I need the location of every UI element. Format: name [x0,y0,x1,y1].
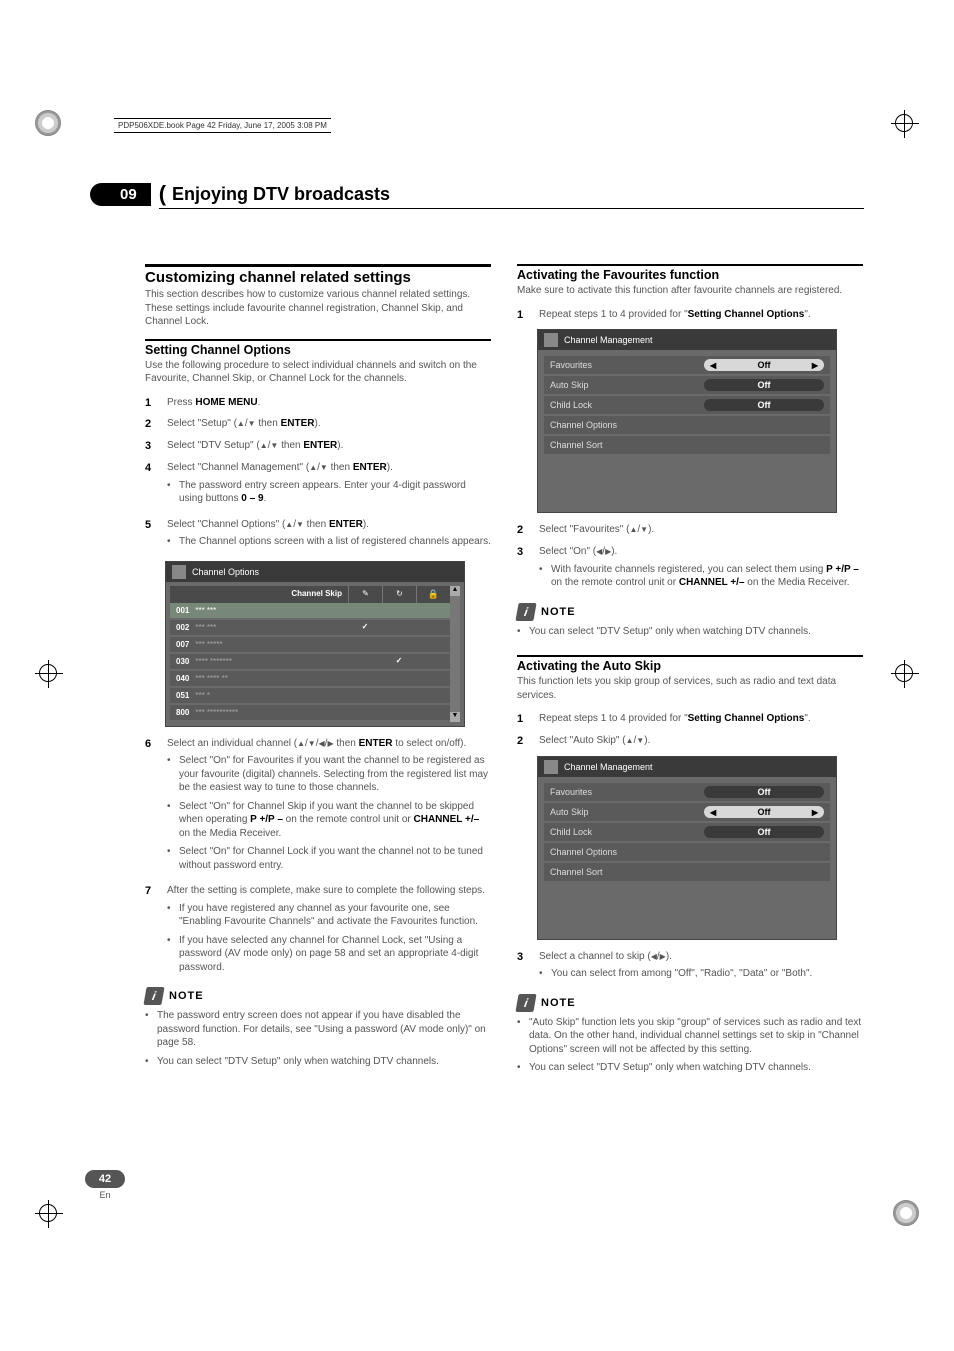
step-5: 5 Select "Channel Options" (/ then ENTER… [145,518,491,554]
note-icon: i [515,603,536,621]
crop-mark-tr [891,110,919,138]
osd-channel-management-fav: Channel Management Favourites◀Off▶ Auto … [537,329,837,513]
arrow-left-icon [319,738,325,749]
chapter-header: 09 (Enjoying DTV broadcasts [90,180,864,209]
osd-row: Channel Sort [544,863,830,881]
table-row: 002*** *** [170,620,450,635]
note-item: •"Auto Skip" function lets you skip "gro… [517,1016,863,1057]
crop-mark-ml [35,660,63,688]
osd-scrollbar: ▲▼ [450,586,460,722]
skip-icon [396,589,403,598]
wrench-icon [544,333,558,347]
crop-mark-br [893,1200,919,1226]
note-header: i NOTE [145,987,491,1005]
arrow-up-icon [309,462,317,473]
section-intro: This section describes how to customize … [145,288,491,329]
note-item: •You can select "DTV Setup" only when wa… [517,1061,863,1075]
note-header: i NOTE [517,994,863,1012]
osd-row: Channel Options [544,416,830,434]
osd-channel-options: Channel Options Channel Skip 001*** *** … [165,561,465,727]
arrow-up-icon [629,524,637,535]
wrench-icon [172,565,186,579]
arrow-up-icon [626,735,634,746]
osd-row: Favourites◀Off▶ [544,356,830,374]
step-2: 2 Select "Setup" (/ then ENTER). [145,417,491,432]
check-icon [362,622,369,631]
chapter-title: (Enjoying DTV broadcasts [159,180,864,209]
arrow-left-icon [596,546,602,557]
note-item: •You can select "DTV Setup" only when wa… [517,625,863,639]
lock-icon [428,590,439,599]
osd-row: Auto SkipOff [544,376,830,394]
crop-mark-bl [35,1200,63,1228]
note-icon: i [515,994,536,1012]
book-header: PDP506XDE.book Page 42 Friday, June 17, … [114,118,331,133]
check-icon [396,656,403,665]
step-1: 1 Press HOME MENU. [145,396,491,411]
osd-row: Channel Sort [544,436,830,454]
page-number: 42 En [85,1170,125,1200]
osd-row: FavouritesOff [544,783,830,801]
subsection-heading: Activating the Auto Skip [517,659,863,673]
osd-row: Child LockOff [544,823,830,841]
step-3: 3 Select "On" (/). •With favourite chann… [517,545,863,595]
crop-mark-mr [891,660,919,688]
subsection-intro: Use the following procedure to select in… [145,359,491,386]
arrow-up-icon [260,440,268,451]
arrow-down-icon [248,418,256,429]
wrench-icon [544,760,558,774]
step-2: 2 Select "Auto Skip" (/). [517,734,863,749]
table-row: 800*** ********** [170,705,450,720]
step-3: 3 Select a channel to skip (/). •You can… [517,950,863,986]
pencil-icon [362,589,369,598]
step-4: 4 Select "Channel Management" (/ then EN… [145,461,491,511]
step-3: 3 Select "DTV Setup" (/ then ENTER). [145,439,491,454]
arrow-down-icon [308,738,316,749]
paren-icon: ( [159,181,166,206]
table-row: 030**** ******* [170,654,450,669]
step-6: 6 Select an individual channel (/// then… [145,737,491,878]
crop-mark-tl [35,110,61,136]
osd-row: Child LockOff [544,396,830,414]
osd-row: Channel Options [544,843,830,861]
table-row: 001*** *** [170,603,450,618]
arrow-down-icon [320,462,328,473]
step-1: 1 Repeat steps 1 to 4 provided for "Sett… [517,308,863,323]
arrow-down-icon [640,524,648,535]
step-1: 1 Repeat steps 1 to 4 provided for "Sett… [517,712,863,727]
note-item: •The password entry screen does not appe… [145,1009,491,1050]
osd-channel-management-auto: Channel Management FavouritesOff Auto Sk… [537,756,837,940]
section-heading: Customizing channel related settings [145,269,491,286]
arrow-up-icon [285,519,293,530]
arrow-left-icon [651,951,657,962]
table-row: 007*** ***** [170,637,450,652]
note-icon: i [143,987,164,1005]
osd-row: Auto Skip◀Off▶ [544,803,830,821]
table-row: 051*** * [170,688,450,703]
subsection-intro: Make sure to activate this function afte… [517,284,863,298]
step-7: 7 After the setting is complete, make su… [145,884,491,979]
chapter-number: 09 [90,183,151,206]
arrow-up-icon [237,418,245,429]
subsection-intro: This function lets you skip group of ser… [517,675,863,702]
subsection-heading: Activating the Favourites function [517,268,863,282]
note-item: •You can select "DTV Setup" only when wa… [145,1055,491,1069]
table-row: 040*** **** ** [170,671,450,686]
step-2: 2 Select "Favourites" (/). [517,523,863,538]
arrow-down-icon [296,519,304,530]
arrow-up-icon [297,738,305,749]
note-header: i NOTE [517,603,863,621]
subsection-heading: Setting Channel Options [145,343,491,357]
